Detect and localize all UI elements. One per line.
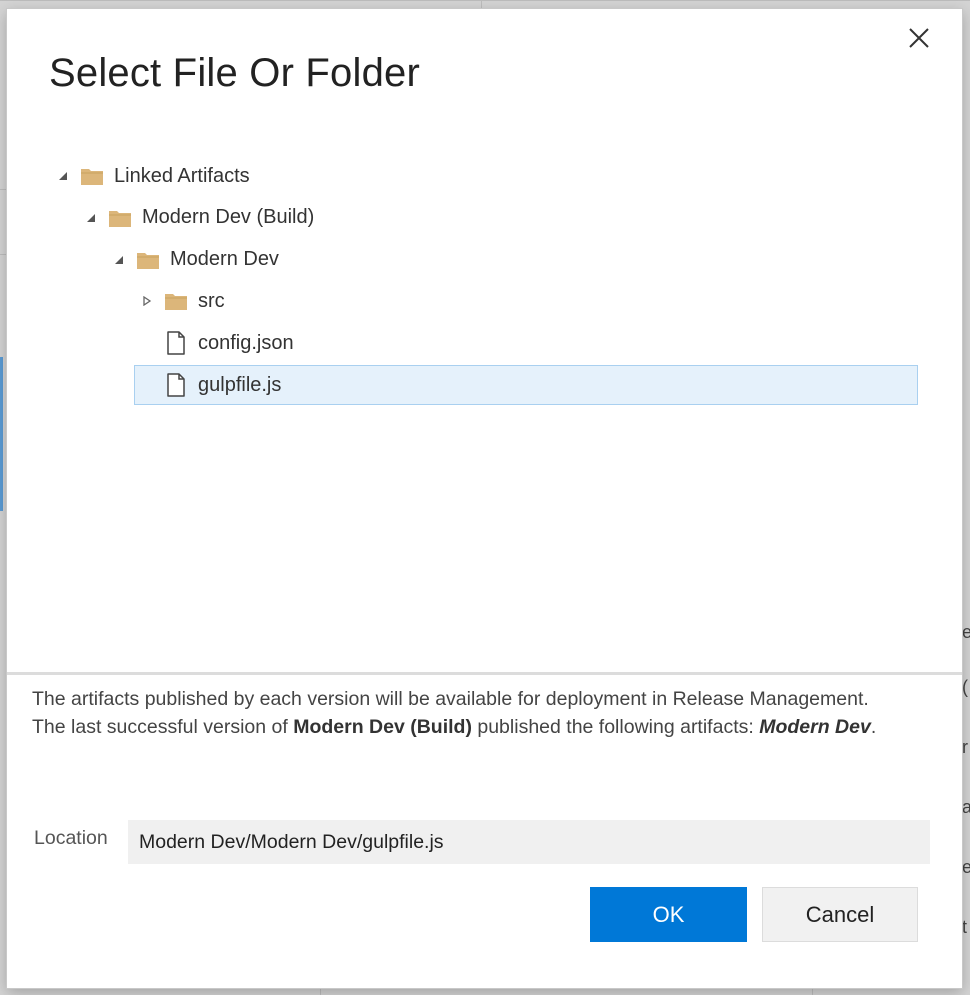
background-divider [320, 988, 321, 995]
tree-item-label: gulpfile.js [198, 373, 282, 396]
tree-item-label: Linked Artifacts [114, 164, 250, 187]
file-icon [164, 331, 188, 355]
tree-item-label: Modern Dev (Build) [142, 206, 315, 229]
close-icon [909, 28, 929, 48]
tree-item-label: Modern Dev [170, 248, 279, 271]
background-text: a [962, 797, 970, 817]
artifact-name: Modern Dev [759, 715, 871, 738]
collapse-arrow-icon[interactable] [112, 253, 126, 267]
background-text: ( [962, 677, 968, 697]
tree-folder-item[interactable]: Modern Dev [112, 240, 279, 280]
section-divider [7, 672, 962, 675]
location-field[interactable]: Modern Dev/Modern Dev/gulpfile.js [128, 820, 930, 864]
file-icon [164, 373, 188, 397]
artifact-info-text: The artifacts published by each version … [32, 686, 892, 741]
build-name: Modern Dev (Build) [293, 715, 472, 738]
cancel-button[interactable]: Cancel [762, 887, 918, 942]
background-focus-indicator [0, 357, 3, 511]
background-divider [0, 0, 970, 1]
folder-icon [136, 248, 160, 272]
close-button[interactable] [903, 22, 935, 54]
background-text: t [962, 917, 968, 937]
background-text: e [962, 622, 970, 642]
background-text: r [962, 737, 968, 757]
folder-icon [80, 164, 104, 188]
background-text: e [962, 857, 970, 877]
background-divider [812, 988, 813, 995]
collapse-arrow-icon[interactable] [84, 211, 98, 225]
tree-item-label: src [198, 289, 225, 312]
tree-file-item[interactable]: config.json [140, 323, 294, 363]
info-text-part: published the following artifacts: [471, 715, 760, 738]
info-text-part: . [870, 715, 877, 738]
tree-file-item[interactable]: gulpfile.js [134, 365, 918, 405]
tree-item-label: config.json [198, 331, 294, 354]
location-label: Location [34, 827, 108, 849]
ok-button[interactable]: OK [590, 887, 747, 942]
background-divider [0, 189, 7, 190]
tree-folder-item[interactable]: src [140, 281, 225, 321]
folder-icon [164, 289, 188, 313]
dialog-title: Select File Or Folder [49, 51, 420, 95]
background-divider [0, 254, 7, 255]
background-divider [481, 0, 482, 9]
tree-folder-item[interactable]: Linked Artifacts [56, 156, 250, 196]
tree-folder-item[interactable]: Modern Dev (Build) [84, 198, 314, 238]
expand-arrow-icon[interactable] [140, 294, 154, 308]
select-file-dialog: Select File Or Folder Linked Artifacts Mo… [7, 9, 962, 988]
folder-icon [108, 206, 132, 230]
collapse-arrow-icon[interactable] [56, 169, 70, 183]
